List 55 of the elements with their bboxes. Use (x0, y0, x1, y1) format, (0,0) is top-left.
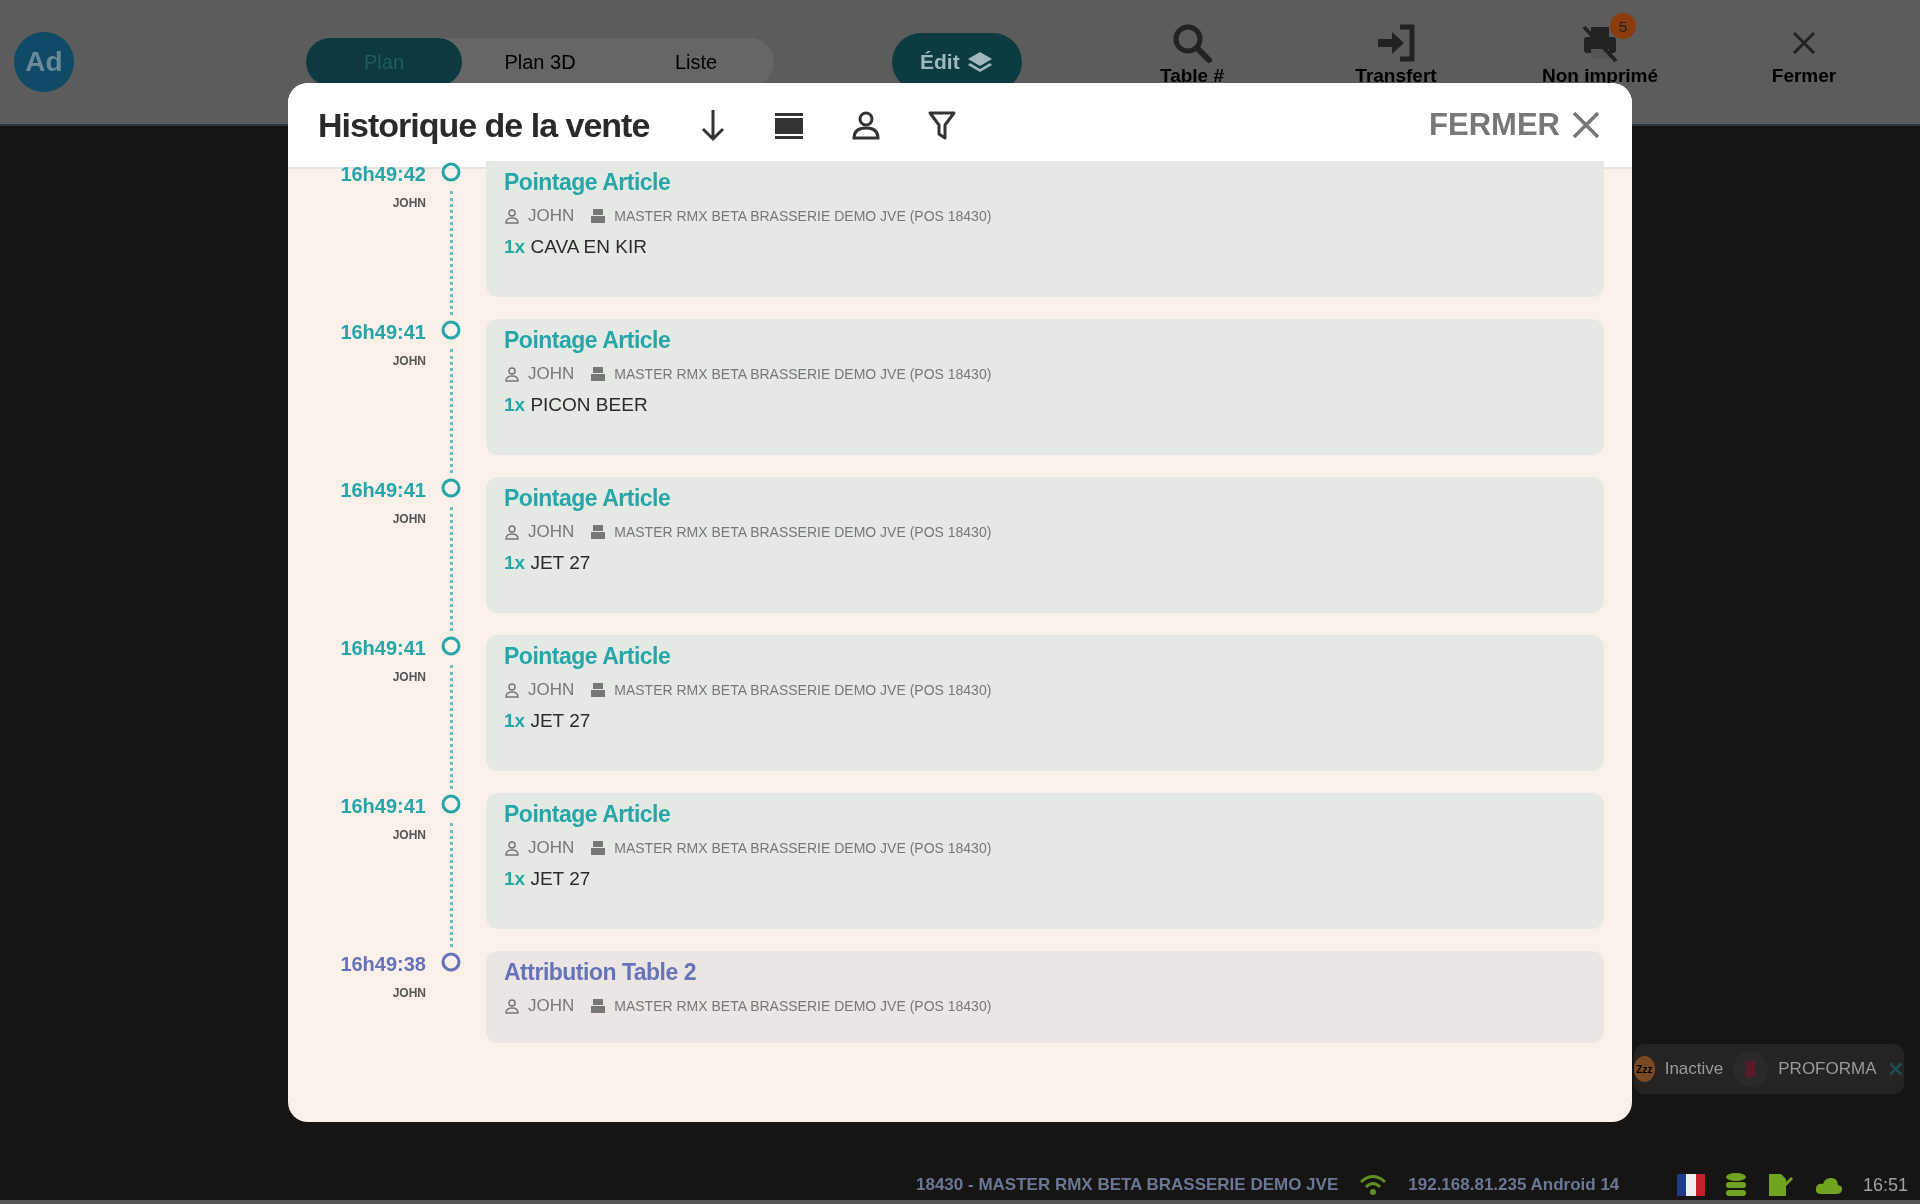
device-name: MASTER RMX BETA BRASSERIE DEMO JVE (POS 18430) (614, 682, 992, 698)
operator-name: JOHN (528, 206, 575, 226)
device-name: MASTER RMX BETA BRASSERIE DEMO JVE (POS 18430) (614, 208, 992, 224)
action-label: Transfert (1355, 65, 1437, 87)
entry-time: 16h49:38 (340, 953, 426, 976)
toolbar-action[interactable]: Transfert (1294, 11, 1498, 87)
network-label: 192.168.81.235 Android 14 (1408, 1175, 1620, 1195)
clock: 16:51 (1862, 1174, 1908, 1196)
event-title: Pointage Article (504, 327, 672, 354)
sleep-badge: Zzz (1634, 1056, 1655, 1082)
event-title: Pointage Article (504, 801, 672, 828)
entry-time: 16h49:41 (340, 479, 426, 502)
toolbar-action[interactable]: Table # (1090, 11, 1294, 87)
entry-user: JOHN (392, 828, 426, 842)
entry-time: 16h49:41 (340, 795, 426, 818)
entry-user: JOHN (392, 670, 426, 684)
entry-user: JOHN (392, 354, 426, 368)
device-name: MASTER RMX BETA BRASSERIE DEMO JVE (POS 18430) (614, 840, 992, 856)
operator-name: JOHN (528, 680, 575, 700)
action-label: Fermer (1771, 65, 1837, 87)
operator-name: JOHN (528, 364, 575, 384)
event-title: Attribution Table 2 (504, 959, 697, 986)
close-button[interactable]: FERMER (1423, 106, 1608, 144)
view-tab[interactable]: Liste (618, 38, 774, 86)
event-title: Pointage Article (504, 643, 672, 670)
action-label: Table # (1159, 65, 1225, 87)
device-name: MASTER RMX BETA BRASSERIE DEMO JVE (POS 18430) (614, 998, 992, 1014)
site-label: 18430 - MASTER RMX BETA BRASSERIE DEMO JVE (916, 1175, 1339, 1195)
operator-name: JOHN (528, 838, 575, 858)
dialog-title: Historique de la vente (318, 105, 650, 145)
item-line: 1x PICON BEER (504, 394, 649, 416)
entry-user: JOHN (392, 196, 426, 210)
view-tab[interactable]: Plan 3D (462, 38, 618, 86)
count-badge: 5 (1610, 13, 1636, 39)
mode-label: PROFORMA (1778, 1059, 1877, 1079)
state-label: Inactive (1664, 1059, 1724, 1079)
event-title: Pointage Article (504, 485, 672, 512)
item-line: 1x JET 27 (504, 868, 592, 890)
action-label: Non imprimé (1541, 65, 1659, 87)
toolbar-action[interactable]: 5 Non imprimé (1498, 11, 1702, 87)
item-line: 1x JET 27 (504, 710, 592, 732)
entry-user: JOHN (392, 986, 426, 1000)
item-line: 1x JET 27 (504, 552, 592, 574)
toolbar-action[interactable]: Fermer (1702, 11, 1906, 87)
event-title: Pointage Article (504, 169, 672, 196)
device-name: MASTER RMX BETA BRASSERIE DEMO JVE (POS 18430) (614, 524, 992, 540)
item-line: 1x CAVA EN KIR (504, 236, 648, 258)
entry-time: 16h49:41 (340, 637, 426, 660)
entry-user: JOHN (392, 512, 426, 526)
operator-name: JOHN (528, 996, 575, 1016)
device-name: MASTER RMX BETA BRASSERIE DEMO JVE (POS 18430) (614, 366, 992, 382)
entry-time: 16h49:41 (340, 321, 426, 344)
entry-time: 16h49:42 (340, 163, 426, 186)
avatar[interactable]: Ad (14, 32, 74, 92)
operator-name: JOHN (528, 522, 575, 542)
